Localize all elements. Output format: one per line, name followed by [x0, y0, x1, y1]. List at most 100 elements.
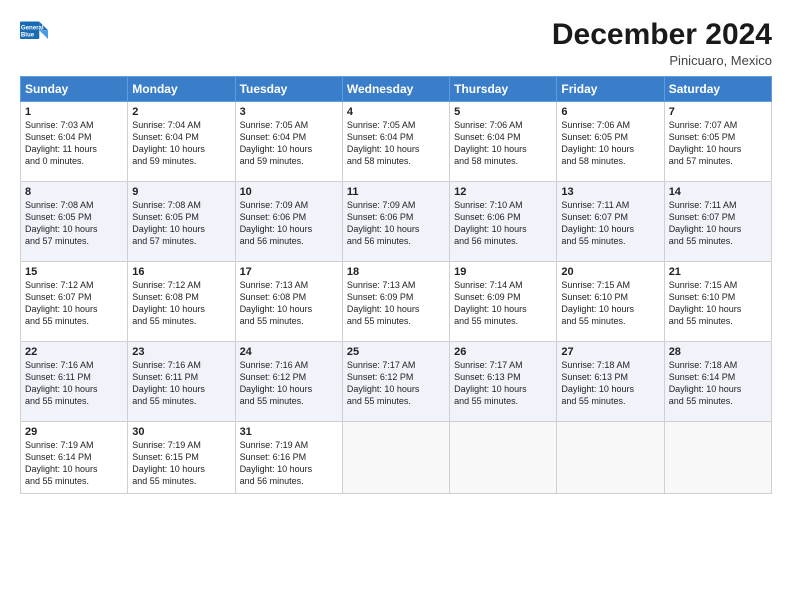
day-number: 17	[240, 266, 338, 278]
main-title: December 2024	[552, 18, 772, 51]
svg-text:General: General	[21, 24, 44, 31]
day-info: Sunrise: 7:19 AMSunset: 6:14 PMDaylight:…	[25, 439, 123, 488]
table-row: 26Sunrise: 7:17 AMSunset: 6:13 PMDayligh…	[450, 342, 557, 422]
day-info: Sunrise: 7:12 AMSunset: 6:08 PMDaylight:…	[132, 279, 230, 328]
day-number: 13	[561, 186, 659, 198]
table-row: 28Sunrise: 7:18 AMSunset: 6:14 PMDayligh…	[664, 342, 771, 422]
page: General Blue December 2024 Pinicuaro, Me…	[0, 0, 792, 612]
day-info: Sunrise: 7:08 AMSunset: 6:05 PMDaylight:…	[132, 199, 230, 248]
table-row: 9Sunrise: 7:08 AMSunset: 6:05 PMDaylight…	[128, 182, 235, 262]
day-number: 7	[669, 106, 767, 118]
day-number: 19	[454, 266, 552, 278]
day-number: 10	[240, 186, 338, 198]
day-number: 20	[561, 266, 659, 278]
table-row: 15Sunrise: 7:12 AMSunset: 6:07 PMDayligh…	[21, 262, 128, 342]
table-row: 31Sunrise: 7:19 AMSunset: 6:16 PMDayligh…	[235, 422, 342, 494]
col-wednesday: Wednesday	[342, 77, 449, 102]
logo-icon: General Blue	[20, 18, 48, 46]
table-row: 12Sunrise: 7:10 AMSunset: 6:06 PMDayligh…	[450, 182, 557, 262]
col-tuesday: Tuesday	[235, 77, 342, 102]
table-row: 29Sunrise: 7:19 AMSunset: 6:14 PMDayligh…	[21, 422, 128, 494]
day-info: Sunrise: 7:09 AMSunset: 6:06 PMDaylight:…	[240, 199, 338, 248]
day-number: 24	[240, 346, 338, 358]
day-info: Sunrise: 7:19 AMSunset: 6:16 PMDaylight:…	[240, 439, 338, 488]
day-number: 25	[347, 346, 445, 358]
day-info: Sunrise: 7:18 AMSunset: 6:14 PMDaylight:…	[669, 359, 767, 408]
day-info: Sunrise: 7:12 AMSunset: 6:07 PMDaylight:…	[25, 279, 123, 328]
table-row: 25Sunrise: 7:17 AMSunset: 6:12 PMDayligh…	[342, 342, 449, 422]
col-thursday: Thursday	[450, 77, 557, 102]
day-number: 1	[25, 106, 123, 118]
svg-text:Blue: Blue	[21, 31, 35, 38]
day-info: Sunrise: 7:06 AMSunset: 6:05 PMDaylight:…	[561, 119, 659, 168]
table-row: 14Sunrise: 7:11 AMSunset: 6:07 PMDayligh…	[664, 182, 771, 262]
table-row: 30Sunrise: 7:19 AMSunset: 6:15 PMDayligh…	[128, 422, 235, 494]
day-info: Sunrise: 7:13 AMSunset: 6:09 PMDaylight:…	[347, 279, 445, 328]
table-row: 23Sunrise: 7:16 AMSunset: 6:11 PMDayligh…	[128, 342, 235, 422]
day-number: 15	[25, 266, 123, 278]
day-number: 28	[669, 346, 767, 358]
day-number: 16	[132, 266, 230, 278]
day-number: 9	[132, 186, 230, 198]
header: General Blue December 2024 Pinicuaro, Me…	[20, 18, 772, 68]
table-row: 17Sunrise: 7:13 AMSunset: 6:08 PMDayligh…	[235, 262, 342, 342]
table-row: 21Sunrise: 7:15 AMSunset: 6:10 PMDayligh…	[664, 262, 771, 342]
day-info: Sunrise: 7:07 AMSunset: 6:05 PMDaylight:…	[669, 119, 767, 168]
day-info: Sunrise: 7:15 AMSunset: 6:10 PMDaylight:…	[561, 279, 659, 328]
day-info: Sunrise: 7:17 AMSunset: 6:13 PMDaylight:…	[454, 359, 552, 408]
col-monday: Monday	[128, 77, 235, 102]
table-row: 10Sunrise: 7:09 AMSunset: 6:06 PMDayligh…	[235, 182, 342, 262]
table-row: 1Sunrise: 7:03 AMSunset: 6:04 PMDaylight…	[21, 102, 128, 182]
table-row	[450, 422, 557, 494]
day-number: 26	[454, 346, 552, 358]
table-row	[557, 422, 664, 494]
table-row: 19Sunrise: 7:14 AMSunset: 6:09 PMDayligh…	[450, 262, 557, 342]
day-number: 8	[25, 186, 123, 198]
day-info: Sunrise: 7:17 AMSunset: 6:12 PMDaylight:…	[347, 359, 445, 408]
day-number: 3	[240, 106, 338, 118]
table-row: 13Sunrise: 7:11 AMSunset: 6:07 PMDayligh…	[557, 182, 664, 262]
day-info: Sunrise: 7:14 AMSunset: 6:09 PMDaylight:…	[454, 279, 552, 328]
col-friday: Friday	[557, 77, 664, 102]
day-number: 30	[132, 426, 230, 438]
table-row: 7Sunrise: 7:07 AMSunset: 6:05 PMDaylight…	[664, 102, 771, 182]
day-info: Sunrise: 7:16 AMSunset: 6:12 PMDaylight:…	[240, 359, 338, 408]
col-saturday: Saturday	[664, 77, 771, 102]
day-number: 31	[240, 426, 338, 438]
day-number: 2	[132, 106, 230, 118]
table-row	[342, 422, 449, 494]
day-number: 6	[561, 106, 659, 118]
day-info: Sunrise: 7:16 AMSunset: 6:11 PMDaylight:…	[25, 359, 123, 408]
subtitle: Pinicuaro, Mexico	[552, 53, 772, 68]
day-info: Sunrise: 7:19 AMSunset: 6:15 PMDaylight:…	[132, 439, 230, 488]
table-row: 3Sunrise: 7:05 AMSunset: 6:04 PMDaylight…	[235, 102, 342, 182]
day-number: 23	[132, 346, 230, 358]
day-number: 29	[25, 426, 123, 438]
table-row: 18Sunrise: 7:13 AMSunset: 6:09 PMDayligh…	[342, 262, 449, 342]
table-row: 11Sunrise: 7:09 AMSunset: 6:06 PMDayligh…	[342, 182, 449, 262]
table-row: 27Sunrise: 7:18 AMSunset: 6:13 PMDayligh…	[557, 342, 664, 422]
day-number: 21	[669, 266, 767, 278]
col-sunday: Sunday	[21, 77, 128, 102]
day-number: 5	[454, 106, 552, 118]
day-number: 27	[561, 346, 659, 358]
logo: General Blue	[20, 18, 48, 46]
day-info: Sunrise: 7:05 AMSunset: 6:04 PMDaylight:…	[347, 119, 445, 168]
calendar-header-row: Sunday Monday Tuesday Wednesday Thursday…	[21, 77, 772, 102]
day-info: Sunrise: 7:11 AMSunset: 6:07 PMDaylight:…	[669, 199, 767, 248]
calendar-table: Sunday Monday Tuesday Wednesday Thursday…	[20, 76, 772, 494]
day-number: 12	[454, 186, 552, 198]
table-row: 22Sunrise: 7:16 AMSunset: 6:11 PMDayligh…	[21, 342, 128, 422]
table-row: 24Sunrise: 7:16 AMSunset: 6:12 PMDayligh…	[235, 342, 342, 422]
day-info: Sunrise: 7:10 AMSunset: 6:06 PMDaylight:…	[454, 199, 552, 248]
table-row: 6Sunrise: 7:06 AMSunset: 6:05 PMDaylight…	[557, 102, 664, 182]
table-row: 8Sunrise: 7:08 AMSunset: 6:05 PMDaylight…	[21, 182, 128, 262]
table-row: 5Sunrise: 7:06 AMSunset: 6:04 PMDaylight…	[450, 102, 557, 182]
day-info: Sunrise: 7:13 AMSunset: 6:08 PMDaylight:…	[240, 279, 338, 328]
day-info: Sunrise: 7:09 AMSunset: 6:06 PMDaylight:…	[347, 199, 445, 248]
day-info: Sunrise: 7:05 AMSunset: 6:04 PMDaylight:…	[240, 119, 338, 168]
table-row: 20Sunrise: 7:15 AMSunset: 6:10 PMDayligh…	[557, 262, 664, 342]
day-info: Sunrise: 7:06 AMSunset: 6:04 PMDaylight:…	[454, 119, 552, 168]
day-info: Sunrise: 7:18 AMSunset: 6:13 PMDaylight:…	[561, 359, 659, 408]
day-info: Sunrise: 7:16 AMSunset: 6:11 PMDaylight:…	[132, 359, 230, 408]
